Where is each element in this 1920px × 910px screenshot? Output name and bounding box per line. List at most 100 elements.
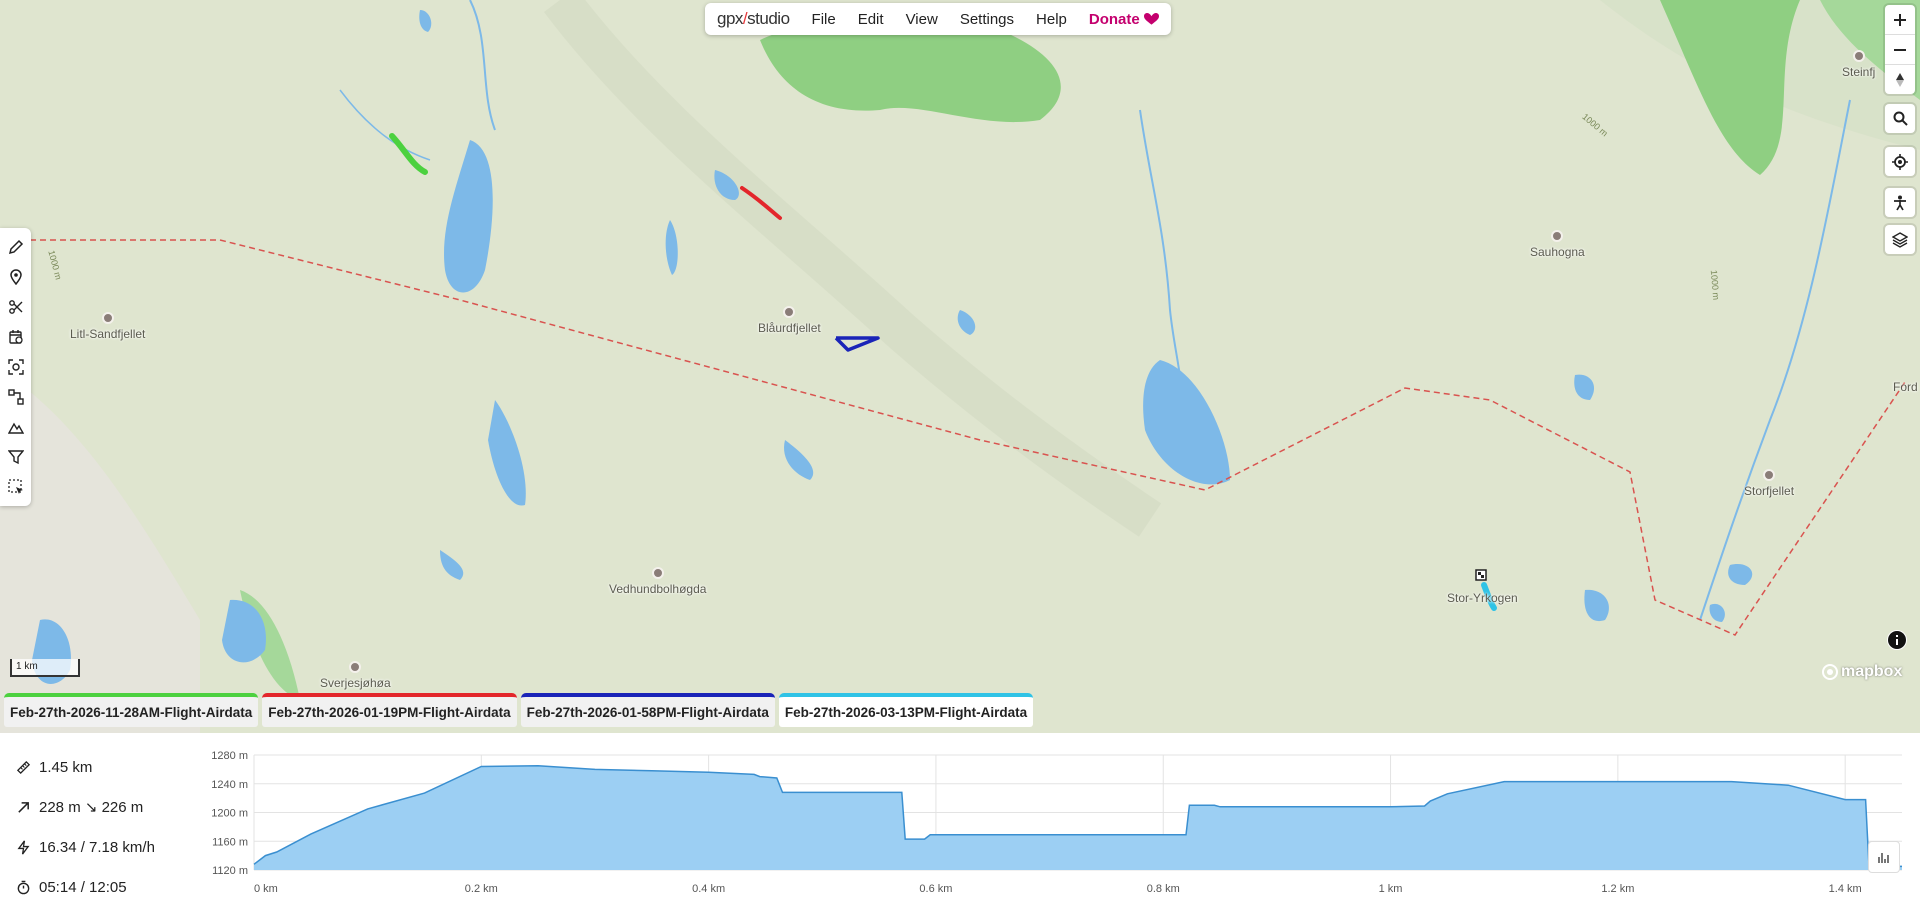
plus-icon xyxy=(1894,13,1906,26)
select-tool[interactable] xyxy=(0,472,31,502)
zoom-out-button[interactable] xyxy=(1885,34,1915,64)
streetview-control xyxy=(1885,188,1915,217)
y-tick-label: 1200 m xyxy=(211,808,248,820)
menu-help[interactable]: Help xyxy=(1036,11,1067,28)
search-control xyxy=(1885,104,1915,133)
search-icon xyxy=(1893,111,1908,126)
filter-icon xyxy=(7,450,24,465)
x-tick-label: 0.2 km xyxy=(465,883,498,895)
bottom-panel: 1.45 km 228 m ↘ 226 m 16.34 / 7.18 km/h … xyxy=(0,733,1920,910)
x-tick-label: 0.6 km xyxy=(919,883,952,895)
place-label: Sauhogna xyxy=(1530,245,1585,259)
x-tick-label: 1 km xyxy=(1379,883,1403,895)
tab-label: Feb-27th-2026-03-13PM-Flight-Airdata xyxy=(784,704,1028,720)
x-tick-label: 1.2 km xyxy=(1601,883,1634,895)
locate-button[interactable] xyxy=(1885,147,1915,176)
scale-bar: 1 km xyxy=(10,659,80,677)
speed-stat: 16.34 / 7.18 km/h xyxy=(16,827,155,867)
compass-icon xyxy=(1896,72,1904,87)
mountain-icon xyxy=(349,661,362,673)
time-tool[interactable] xyxy=(0,322,31,352)
filter-tool[interactable] xyxy=(0,442,31,472)
map-canvas[interactable]: Litl-Sandfjellet Blåurdfjellet Sauhogna … xyxy=(0,0,1920,733)
elevation-value: 228 m ↘ 226 m xyxy=(39,799,144,816)
menu-file[interactable]: File xyxy=(812,11,836,28)
crosshair-icon xyxy=(1892,153,1908,170)
place-label: Litl-Sandfjellet xyxy=(70,327,146,341)
mountain-icon xyxy=(101,312,114,324)
mountain-icon xyxy=(1852,50,1865,62)
info-icon xyxy=(1888,631,1906,649)
y-tick-label: 1160 m xyxy=(212,836,248,848)
place-blaurdfjellet: Blåurdfjellet xyxy=(758,306,821,335)
tab-label: Feb-27th-2026-11-28AM-Flight-Airdata xyxy=(10,704,253,720)
scissors-icon xyxy=(8,300,22,314)
mapbox-attribution[interactable]: mapbox xyxy=(1822,663,1902,681)
menu-edit[interactable]: Edit xyxy=(858,11,884,28)
streetview-button[interactable] xyxy=(1885,188,1915,217)
heart-icon xyxy=(1143,13,1159,25)
select-icon xyxy=(7,479,23,494)
attribution-label: mapbox xyxy=(1841,663,1903,680)
draw-tool[interactable] xyxy=(0,232,31,262)
elevation-tool[interactable] xyxy=(0,412,31,442)
route-icon xyxy=(7,389,24,405)
place-storfjellet: Storfjellet xyxy=(1744,469,1794,498)
menu-view[interactable]: View xyxy=(906,11,938,28)
focus-icon xyxy=(7,359,24,375)
scissors-tool[interactable] xyxy=(0,292,31,322)
zoom-in-button[interactable] xyxy=(1885,5,1915,34)
locate-control xyxy=(1885,147,1915,176)
waypoint-tool[interactable] xyxy=(0,262,31,292)
file-tab[interactable]: Feb-27th-2026-11-28AM-Flight-Airdata xyxy=(4,693,259,727)
zoom-controls xyxy=(1885,5,1915,94)
mountain-icon xyxy=(1551,230,1564,242)
bar-chart-icon xyxy=(1878,853,1889,863)
y-tick-label: 1120 m xyxy=(212,865,248,877)
route-tool[interactable] xyxy=(0,382,31,412)
layers-control xyxy=(1885,225,1915,254)
mountain-icon xyxy=(1763,469,1776,481)
lightning-icon xyxy=(17,840,30,854)
place-label: Vedhundbolhøgda xyxy=(609,582,707,596)
tab-label: Feb-27th-2026-01-19PM-Flight-Airdata xyxy=(268,704,511,720)
x-tick-label: 0 km xyxy=(254,883,278,895)
tab-label: Feb-27th-2026-01-58PM-Flight-Airdata xyxy=(526,704,769,720)
place-steinfj: Steinfj xyxy=(1842,50,1875,79)
place-label: Steinfj xyxy=(1842,65,1876,79)
place-label: Storfjellet xyxy=(1744,484,1795,498)
menu-settings[interactable]: Settings xyxy=(960,11,1014,28)
file-tab-active[interactable]: Feb-27th-2026-03-13PM-Flight-Airdata xyxy=(778,693,1034,727)
chart-options-button[interactable] xyxy=(1868,841,1900,873)
mountain-icon xyxy=(783,306,796,318)
stopwatch-icon xyxy=(17,880,30,894)
file-tab[interactable]: Feb-27th-2026-01-19PM-Flight-Airdata xyxy=(262,693,517,727)
file-tab[interactable]: Feb-27th-2026-01-58PM-Flight-Airdata xyxy=(520,693,775,727)
track-statistics: 1.45 km 228 m ↘ 226 m 16.34 / 7.18 km/h … xyxy=(16,747,155,907)
place-sauhogna: Sauhogna xyxy=(1530,230,1585,259)
x-tick-label: 1.4 km xyxy=(1829,883,1862,895)
speed-value: 16.34 / 7.18 km/h xyxy=(39,838,155,856)
app-logo[interactable]: gpx/studio xyxy=(717,9,790,29)
x-tick-label: 0.8 km xyxy=(1147,883,1180,895)
map-base xyxy=(0,0,1920,733)
donate-button[interactable]: Donate xyxy=(1089,11,1159,28)
search-button[interactable] xyxy=(1885,104,1915,133)
y-tick-label: 1280 m xyxy=(211,750,248,762)
place-label: Stor-Yrkogen xyxy=(1447,591,1518,605)
logo-left: gpx xyxy=(717,9,743,28)
pencil-icon xyxy=(8,239,23,255)
y-tick-label: 1240 m xyxy=(211,779,248,791)
mapbox-icon xyxy=(1822,664,1838,680)
minus-icon xyxy=(1894,48,1906,51)
info-button[interactable] xyxy=(1887,630,1907,650)
file-tabs: Feb-27th-2026-11-28AM-Flight-Airdata Feb… xyxy=(0,693,1034,729)
compass-button[interactable] xyxy=(1885,64,1915,94)
elevation-chart[interactable]: 1280 m 1240 m 1200 m 1160 m 1120 m 0 km 0.2 k… xyxy=(190,733,1920,910)
logo-right: studio xyxy=(747,9,790,28)
merge-tool[interactable] xyxy=(0,352,31,382)
layers-button[interactable] xyxy=(1885,225,1915,254)
top-menu-bar: gpx/studio File Edit View Settings Help … xyxy=(705,3,1171,35)
place-litl-sandfjellet: Litl-Sandfjellet xyxy=(70,312,145,341)
person-icon xyxy=(1894,195,1906,210)
